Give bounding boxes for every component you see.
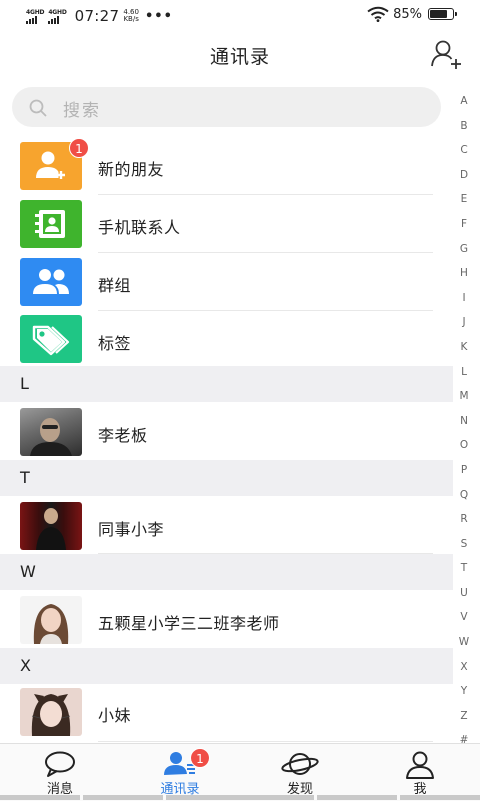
header: 通讯录 <box>0 32 480 78</box>
battery-fill <box>430 10 447 18</box>
section-letter: L <box>20 374 29 393</box>
contact-name: 李老板 <box>98 426 148 445</box>
tab-bar: 消息 1 通讯录 发现 我 <box>0 743 480 801</box>
tab-discover[interactable]: 发现 <box>240 744 360 801</box>
alphabet-index[interactable]: A B C D E F G H I J K L M N O P Q R S T U V W X Y Z # <box>454 94 474 758</box>
index-letter[interactable]: U <box>454 586 474 611</box>
index-letter[interactable]: K <box>454 340 474 365</box>
row-label: 标签 <box>98 334 132 353</box>
phone-contacts-icon <box>20 200 82 248</box>
index-letter[interactable]: G <box>454 242 474 267</box>
home-indicator <box>317 795 397 800</box>
net-speed: 4.60 KB/s <box>123 9 139 23</box>
signal-icon: 4GHD <box>26 8 45 24</box>
divider <box>98 741 433 742</box>
tab-messages[interactable]: 消息 <box>0 744 120 801</box>
section-header-w: W <box>0 554 453 590</box>
tag-icon <box>20 315 82 363</box>
more-notifications: ••• <box>144 8 173 24</box>
tab-contacts[interactable]: 1 通讯录 <box>120 744 240 801</box>
wifi-icon <box>367 6 389 22</box>
row-tags[interactable]: 标签 <box>0 311 453 366</box>
index-letter[interactable]: X <box>454 660 474 685</box>
profile-icon <box>406 751 434 779</box>
avatar <box>20 596 82 644</box>
search-icon <box>29 99 47 117</box>
contact-name: 同事小李 <box>98 520 165 539</box>
home-indicator <box>83 795 163 800</box>
status-left: 4GHD 4GHD 07:27 4.60 KB/s ••• <box>26 7 173 25</box>
index-letter[interactable]: D <box>454 168 474 193</box>
home-indicator <box>0 795 80 800</box>
home-indicator <box>166 795 314 800</box>
index-letter[interactable]: M <box>454 389 474 414</box>
section-header-t: T <box>0 460 453 496</box>
section-header-x: X <box>0 648 453 684</box>
index-letter[interactable]: P <box>454 463 474 488</box>
row-label: 群组 <box>98 276 132 295</box>
signal-tag: 4GHD <box>48 8 67 16</box>
tab-me[interactable]: 我 <box>360 744 480 801</box>
index-letter[interactable]: W <box>454 635 474 660</box>
home-indicator <box>400 795 480 800</box>
row-groups[interactable]: 群组 <box>0 253 453 311</box>
index-letter[interactable]: N <box>454 414 474 439</box>
planet-icon <box>281 753 319 775</box>
avatar <box>20 688 82 736</box>
index-letter[interactable]: Z <box>454 709 474 734</box>
row-label: 新的朋友 <box>98 160 165 179</box>
add-contact-icon[interactable] <box>430 38 464 72</box>
status-bar: 4GHD 4GHD 07:27 4.60 KB/s ••• 85% <box>0 0 480 32</box>
message-icon <box>45 751 75 777</box>
section-letter: X <box>20 656 31 675</box>
new-friends-badge: 1 <box>69 138 89 158</box>
row-phone-contacts[interactable]: 手机联系人 <box>0 195 453 253</box>
contact-name: 小妹 <box>98 706 132 725</box>
search-input[interactable]: 搜索 <box>12 87 441 127</box>
contact-name: 五颗星小学三二班李老师 <box>98 614 280 633</box>
signal-tag: 4GHD <box>26 8 45 16</box>
status-right: 85% <box>367 6 457 22</box>
index-letter[interactable]: H <box>454 266 474 291</box>
contact-row[interactable]: 同事小李 <box>0 496 453 554</box>
index-letter[interactable]: L <box>454 365 474 390</box>
index-letter[interactable]: Y <box>454 684 474 709</box>
index-letter[interactable]: Q <box>454 488 474 513</box>
contact-row[interactable]: 小妹 <box>0 684 453 742</box>
index-letter[interactable]: E <box>454 192 474 217</box>
group-icon <box>20 258 82 306</box>
page-title: 通讯录 <box>209 46 270 68</box>
index-letter[interactable]: I <box>454 291 474 316</box>
contact-row[interactable]: 五颗星小学三二班李老师 <box>0 590 453 648</box>
index-letter[interactable]: F <box>454 217 474 242</box>
search-placeholder: 搜索 <box>63 101 101 121</box>
index-letter[interactable]: B <box>454 119 474 144</box>
status-time: 07:27 <box>74 7 120 25</box>
signal-icon: 4GHD <box>48 8 67 24</box>
net-speed-unit: KB/s <box>123 15 139 23</box>
avatar <box>20 502 82 550</box>
row-new-friends[interactable]: 1 新的朋友 <box>0 137 453 195</box>
contact-row[interactable]: 李老板 <box>0 402 453 460</box>
section-letter: T <box>20 468 30 487</box>
index-letter[interactable]: T <box>454 561 474 586</box>
index-letter[interactable]: J <box>454 315 474 340</box>
index-letter[interactable]: C <box>454 143 474 168</box>
index-letter[interactable]: V <box>454 610 474 635</box>
index-letter[interactable]: O <box>454 438 474 463</box>
battery-percent: 85% <box>393 6 422 22</box>
avatar <box>20 408 82 456</box>
section-letter: W <box>20 562 36 581</box>
index-letter[interactable]: R <box>454 512 474 537</box>
section-header-l: L <box>0 366 453 402</box>
index-letter[interactable]: S <box>454 537 474 562</box>
contacts-tab-badge: 1 <box>190 748 210 768</box>
battery-icon <box>428 8 457 20</box>
row-label: 手机联系人 <box>98 218 181 237</box>
index-letter[interactable]: A <box>454 94 474 119</box>
